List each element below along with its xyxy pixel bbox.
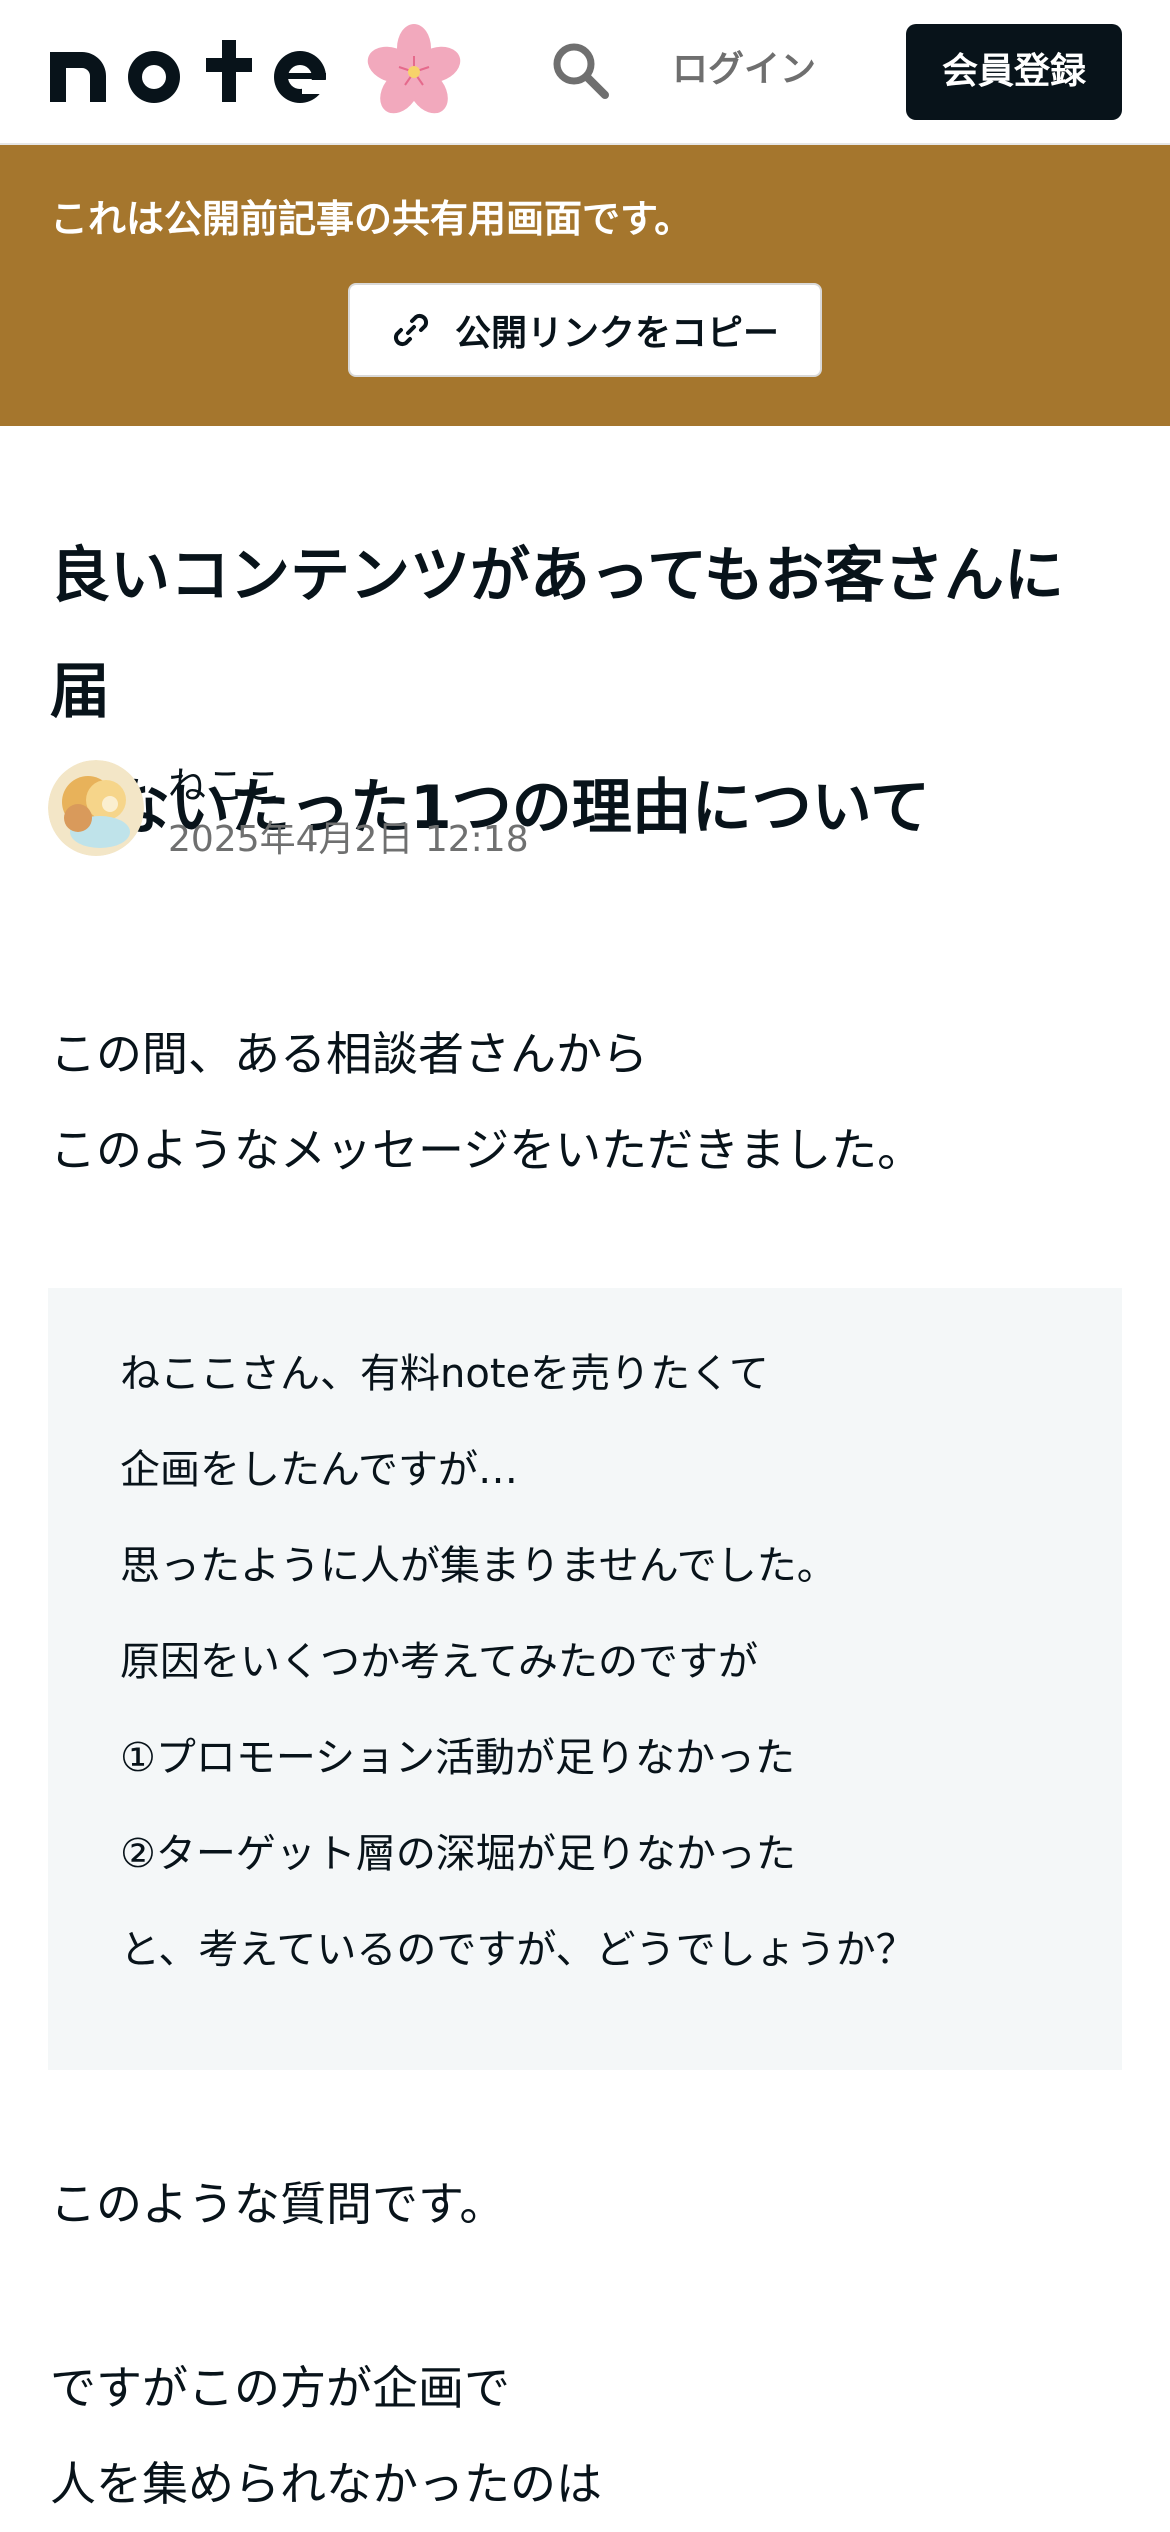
- quote-line: と、考えているのですが、どうでしょうか？: [120, 1927, 916, 1973]
- quote-line: ②ターゲット層の深堀が足りなかった: [120, 1831, 796, 1877]
- copy-public-link-button[interactable]: 公開リンクをコピー: [348, 283, 822, 377]
- quote-line: 原因をいくつか考えてみたのですが: [120, 1639, 758, 1685]
- author-name[interactable]: ねここ: [168, 760, 282, 812]
- preview-notice: これは公開前記事の共有用画面です。: [50, 197, 693, 241]
- author-info: ねここ 2025年4月2日 12:18: [48, 760, 748, 870]
- paragraph-line: このようなメッセージをいただきました。: [50, 1123, 924, 1177]
- preview-share-banner: これは公開前記事の共有用画面です。 公開リンクをコピー: [0, 145, 1170, 426]
- copy-link-label: 公開リンクをコピー: [454, 313, 779, 354]
- title-line: 良いコンテンツがあってもお客さんに届: [50, 541, 1064, 727]
- quote-block: ねここさん、有料noteを売りたくて 企画をしたんですが… 思ったように人が集ま…: [48, 1288, 1122, 2070]
- paragraph-line: この間、ある相談者さんから: [50, 1027, 648, 1081]
- article-paragraph: このような質問です。: [50, 2156, 1120, 2252]
- site-header: ログイン 会員登録: [0, 0, 1170, 145]
- paragraph-line: ですがこの方が企画で: [50, 2361, 510, 2415]
- link-icon: [393, 313, 429, 347]
- quote-line: 思ったように人が集まりませんでした。: [120, 1543, 837, 1589]
- author-avatar[interactable]: [48, 760, 144, 856]
- quote-line: 企画をしたんですが…: [120, 1447, 518, 1493]
- paragraph-line: このような質問です。: [50, 2177, 506, 2231]
- login-link[interactable]: ログイン: [672, 44, 816, 96]
- search-button[interactable]: [548, 38, 612, 102]
- note-logo[interactable]: [46, 20, 476, 125]
- signup-button[interactable]: 会員登録: [906, 24, 1122, 120]
- sakura-icon: [367, 24, 461, 114]
- publish-date: 2025年4月2日 12:18: [168, 819, 529, 860]
- article-paragraph: ですがこの方が企画で 人を集められなかったのは: [50, 2340, 1120, 2532]
- quote-line: ①プロモーション活動が足りなかった: [120, 1735, 796, 1781]
- paragraph-line: 人を集められなかったのは: [50, 2457, 602, 2511]
- quote-line: ねここさん、有料noteを売りたくて: [120, 1351, 769, 1397]
- article-intro: この間、ある相談者さんから このようなメッセージをいただきました。: [50, 1006, 1120, 1198]
- search-icon: [553, 43, 609, 99]
